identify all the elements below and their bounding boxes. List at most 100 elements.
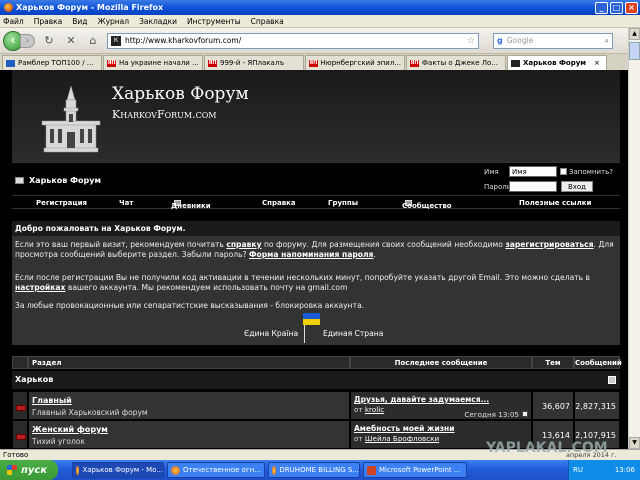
menu-history[interactable]: Журнал <box>98 17 130 26</box>
taskbar-item-firefox[interactable]: Харьков Форум - Mo... <box>72 462 164 478</box>
text: Если после регистрации Вы не получили ко… <box>15 273 591 282</box>
author-link[interactable]: krolic <box>365 405 384 414</box>
menu-tools[interactable]: Инструменты <box>187 17 241 26</box>
start-button[interactable]: пуск <box>0 460 58 480</box>
menu-edit[interactable]: Правка <box>34 17 63 26</box>
tab-ukraine[interactable]: ЯП На украине начали ... <box>103 55 203 70</box>
forum-cell: Женский форум Тихий уголок <box>28 420 350 448</box>
close-button[interactable]: × <box>625 1 638 14</box>
date-text: Сегодня 13:05 <box>464 410 519 419</box>
username-input[interactable] <box>509 166 557 177</box>
google-icon[interactable]: g <box>497 36 503 45</box>
menu-bar: Файл Правка Вид Журнал Закладки Инструме… <box>0 15 640 28</box>
tab-rambler[interactable]: Рамблер ТОП100 / ... <box>2 55 102 70</box>
tab-label: Факты о Джеке Ло... <box>422 59 498 67</box>
clock[interactable]: 13:06 <box>615 466 635 474</box>
forum-status-cell <box>12 420 28 448</box>
by-label: от <box>354 434 365 443</box>
tab-999[interactable]: ЯП 999-й - ЯПлакалъ <box>204 55 304 70</box>
tab-jack[interactable]: ЯП Факты о Джеке Ло... <box>406 55 506 70</box>
welcome-heading: Добро пожаловать на Харьков Форум. <box>12 221 620 236</box>
go-to-post-icon[interactable] <box>522 411 528 417</box>
home-icon[interactable]: ⌂ <box>85 33 101 49</box>
firefox-icon <box>76 465 80 475</box>
tab-kharkov[interactable]: Харьков Форум × <box>507 55 607 70</box>
collapse-icon[interactable] <box>608 376 616 384</box>
last-post-cell: Друзья, давайте задумаемся... от krolic … <box>350 391 532 420</box>
site-banner: Харьков Форум KharkovForum.com <box>12 70 620 162</box>
firefox-icon <box>272 465 277 475</box>
taskbar-item-firefox-2[interactable]: Отечественное огн... <box>167 462 265 478</box>
forum-link[interactable]: Женский форум <box>32 425 108 434</box>
nav-register[interactable]: Регистрация <box>36 199 87 207</box>
forward-button[interactable]: › <box>20 33 35 48</box>
nav-chat[interactable]: Чат <box>119 199 133 207</box>
search-placeholder: Google <box>506 36 534 45</box>
menu-view[interactable]: Вид <box>72 17 87 26</box>
forum-description: Тихий уголок <box>32 437 85 446</box>
reload-icon[interactable]: ↻ <box>41 33 57 49</box>
last-post-link[interactable]: Друзья, давайте задумаемся... <box>354 395 489 404</box>
stop-icon[interactable]: ✕ <box>63 33 79 49</box>
topics-count: 13,614 <box>542 431 570 440</box>
search-magnifier-icon[interactable]: ⌕ <box>605 36 609 46</box>
scroll-up-icon[interactable]: ▲ <box>629 28 640 40</box>
address-bar[interactable]: К http://www.kharkovforum.com/ ☆ <box>107 32 479 49</box>
welcome-para-2: Если после регистрации Вы не получили ко… <box>15 273 615 293</box>
forum-header: Харьков Форум Имя Запомнить? Пароль Вход <box>12 162 620 194</box>
yap-favicon-icon: ЯП <box>208 59 217 67</box>
settings-link[interactable]: настройках <box>15 283 65 292</box>
system-tray: RU 13:06 <box>568 460 640 480</box>
minimize-button[interactable]: _ <box>595 1 608 14</box>
text: Если это ваш первый визит, рекомендуем п… <box>15 240 227 249</box>
site-favicon-icon <box>511 59 520 67</box>
tab-label: На украине начали ... <box>119 59 199 67</box>
window-titlebar: Харьков Форум - Mozilla Firefox _ □ × <box>0 0 640 15</box>
password-label: Пароль <box>484 182 511 191</box>
remember-label: Запомнить? <box>569 167 613 176</box>
maximize-button[interactable]: □ <box>610 1 623 14</box>
nav-links[interactable]: Полезные ссылки <box>519 199 591 207</box>
tab-nuremberg[interactable]: ЯП Нюрнбергский эпил... <box>305 55 405 70</box>
breadcrumb[interactable]: Харьков Форум <box>15 176 101 185</box>
firefox-icon <box>4 3 13 12</box>
text: . <box>373 250 376 259</box>
author-link[interactable]: Шейла Брофловски <box>365 434 439 443</box>
help-link[interactable]: справку <box>226 240 261 249</box>
vertical-scrollbar[interactable]: ▲ ▼ <box>628 28 640 449</box>
text: вашего аккаунта. Мы рекомендуем использо… <box>65 283 348 292</box>
password-reminder-link[interactable]: Форма напоминания пароля <box>249 250 373 259</box>
tab-favicon-icon <box>6 59 15 67</box>
taskbar-label: Отечественное огн... <box>183 466 261 474</box>
tab-label: 999-й - ЯПлакалъ <box>220 59 285 67</box>
search-box[interactable]: g Google ⌕ <box>493 32 613 49</box>
remember-checkbox[interactable] <box>560 168 567 175</box>
nav-groups[interactable]: Группы <box>328 199 358 207</box>
tab-label: Харьков Форум <box>523 59 587 67</box>
nav-diaries[interactable]: Дневники <box>171 199 211 210</box>
menu-file[interactable]: Файл <box>3 17 24 26</box>
taskbar-item-powerpoint[interactable]: Microsoft PowerPoint ... <box>363 462 467 478</box>
menu-bookmarks[interactable]: Закладки <box>139 17 177 26</box>
navigation-toolbar: ‹ › ↻ ✕ ⌂ К http://www.kharkovforum.com/… <box>0 28 628 54</box>
tab-close-icon[interactable]: × <box>594 59 600 67</box>
menu-help[interactable]: Справка <box>251 17 284 26</box>
forum-link[interactable]: Главный <box>32 396 72 405</box>
bookmark-star-icon[interactable]: ☆ <box>467 36 475 46</box>
url-text: http://www.kharkovforum.com/ <box>125 36 242 45</box>
last-post-link[interactable]: Амебность моей жизни <box>354 424 455 433</box>
nav-help[interactable]: Справка <box>262 199 296 207</box>
category-row[interactable]: Харьков <box>12 371 620 389</box>
by-label: от <box>354 405 365 414</box>
language-indicator[interactable]: RU <box>569 466 583 474</box>
nav-community[interactable]: Сообщество <box>402 199 452 210</box>
login-button[interactable]: Вход <box>561 181 593 192</box>
scroll-thumb[interactable] <box>629 42 640 60</box>
password-input[interactable] <box>509 181 557 192</box>
watermark: YAPLAKAL.COM <box>486 440 608 456</box>
username-label: Имя <box>484 167 499 176</box>
forum-status-icon <box>16 405 26 411</box>
register-link[interactable]: зарегистрироваться <box>505 240 593 249</box>
col-posts-header: Сообщений <box>574 356 622 369</box>
taskbar-item-firefox-3[interactable]: DRUHOME BILLING S... <box>268 462 360 478</box>
